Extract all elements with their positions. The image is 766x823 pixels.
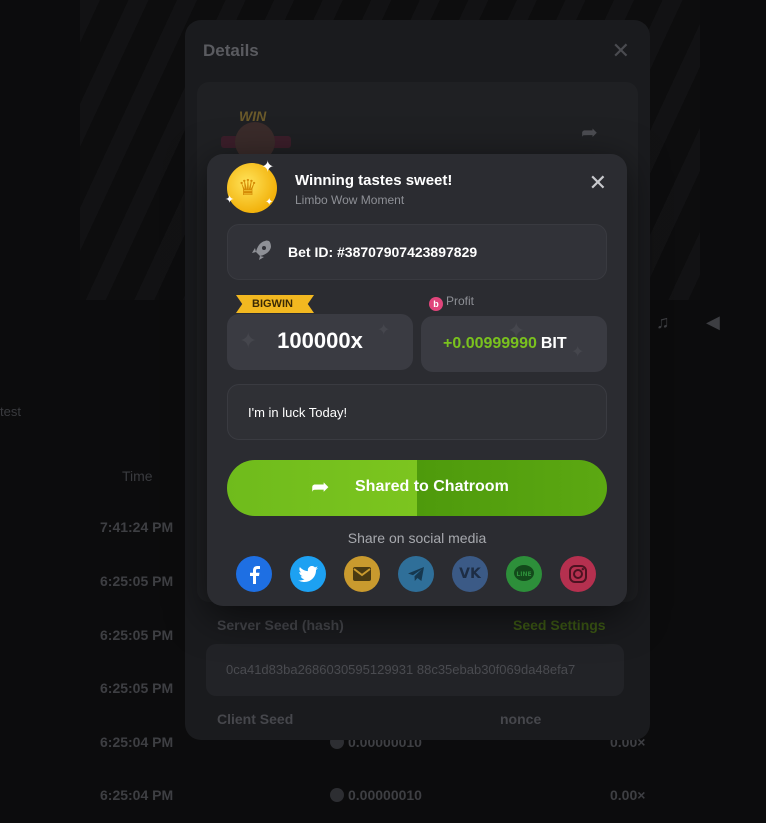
details-close-icon[interactable]: ✕ [612, 38, 630, 64]
server-seed-label: Server Seed (hash) [217, 617, 344, 633]
music-icon[interactable]: ♫ [656, 312, 670, 333]
multiplier-value: 100000x [277, 328, 363, 353]
modal-subtitle: Limbo Wow Moment [295, 193, 405, 207]
facebook-icon[interactable] [236, 556, 272, 592]
row-time: 6:25:05 PM [100, 627, 174, 643]
client-seed-label: Client Seed [217, 711, 294, 727]
crown-icon: ♛ ✦ ✦ ✦ [225, 159, 277, 213]
table-row: 6:25:04 PM 0.00000010 0.00× [100, 787, 660, 807]
profit-value: +0.00999990 BIT [443, 335, 567, 352]
details-title: Details [203, 41, 259, 60]
svg-text:LINE: LINE [516, 571, 531, 578]
seed-settings-link[interactable]: Seed Settings [513, 617, 606, 633]
row-time: 6:25:04 PM [100, 734, 174, 750]
rocket-icon [252, 240, 271, 260]
social-title: Share on social media [347, 530, 487, 546]
row-time: 6:25:05 PM [100, 573, 174, 589]
message-text: I'm in luck Today! [248, 405, 348, 420]
star-decoration-icon: ✦ [571, 344, 585, 361]
profit-label: b Profit [429, 294, 474, 311]
email-icon[interactable] [344, 556, 380, 592]
close-icon[interactable]: ✕ [589, 172, 607, 194]
background-side-text: test [0, 404, 21, 419]
coin-icon [330, 788, 344, 802]
modal-title: Winning tastes sweet! [295, 172, 453, 189]
bet-id: Bet ID: #38707907423897829 [288, 244, 478, 260]
instagram-icon[interactable] [560, 556, 596, 592]
row-time: 6:25:05 PM [100, 680, 174, 696]
row-time: 6:25:04 PM [100, 787, 174, 803]
share-modal: ♛ ✦ ✦ ✦ Winning tastes sweet! Limbo Wow … [207, 154, 627, 606]
telegram-icon[interactable] [398, 556, 434, 592]
sound-icon[interactable]: ◀ [706, 312, 720, 333]
bet-id-box: Bet ID: #38707907423897829 [227, 224, 607, 280]
twitter-icon[interactable] [290, 556, 326, 592]
row-time: 7:41:24 PM [100, 519, 174, 535]
social-buttons: VK LINE [236, 556, 606, 592]
server-seed-hash: 0ca41d83ba2686030595129931 88c35ebab30f0… [226, 662, 576, 677]
row-amount: 0.00000010 [330, 787, 422, 803]
vk-icon[interactable]: VK [452, 556, 488, 592]
row-multiplier: 0.00× [610, 787, 646, 803]
multiplier-box: ✦ ✦ 100000x [227, 314, 413, 370]
bit-coin-icon: b [429, 297, 443, 311]
share-icon[interactable]: ➦ [581, 120, 598, 145]
line-icon[interactable]: LINE [506, 556, 542, 592]
bigwin-badge: BIGWIN [236, 295, 314, 315]
profit-box: ✦ ✦ +0.00999990 BIT [421, 316, 607, 372]
share-arrow-icon: ➦ [311, 474, 330, 499]
share-to-chatroom-button[interactable]: ➦ Shared to Chatroom [227, 460, 607, 516]
nonce-label: nonce [500, 711, 542, 727]
message-input[interactable]: I'm in luck Today! [227, 384, 607, 440]
time-column-header: Time [122, 468, 153, 484]
